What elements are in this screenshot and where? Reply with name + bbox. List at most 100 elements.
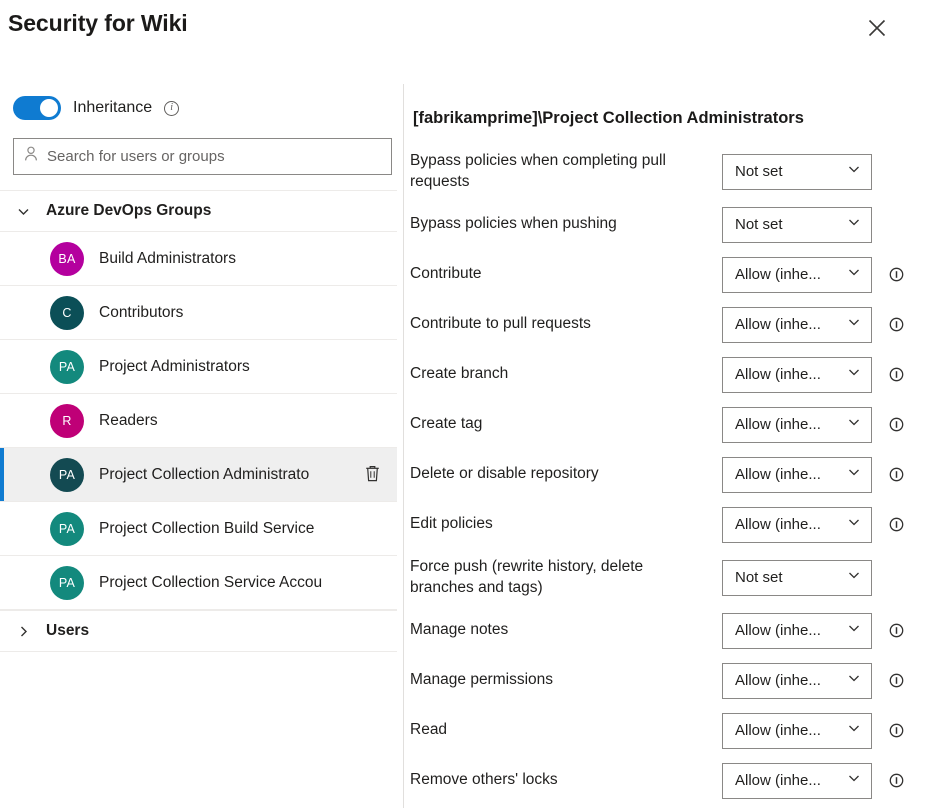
permission-dropdown[interactable]: Allow (inhe... <box>722 256 872 293</box>
chevron-down-icon <box>847 621 861 640</box>
list-item-label: Build Administrators <box>99 249 236 267</box>
permission-info-icon[interactable] <box>883 262 909 288</box>
permission-row: Create tag Allow (inhe... <box>410 400 925 450</box>
list-item-label: Project Collection Service Accou <box>99 573 323 591</box>
inheritance-row: Inheritance i <box>13 96 180 120</box>
chevron-down-icon <box>847 515 861 534</box>
permission-row: Manage permissions Allow (inhe... <box>410 656 925 706</box>
permission-label: Create tag <box>410 415 483 433</box>
permission-label: Manage notes <box>410 621 509 639</box>
permission-row: Manage notes Allow (inhe... <box>410 606 925 656</box>
permission-dropdown[interactable]: Allow (inhe... <box>722 612 872 649</box>
permissions-list: Bypass policies when completing pull req… <box>410 144 925 808</box>
chevron-down-icon <box>847 315 861 334</box>
avatar: C <box>50 295 84 330</box>
permission-dropdown[interactable]: Not set <box>722 559 872 596</box>
avatar: PA <box>50 349 84 384</box>
permission-info-icon[interactable] <box>883 768 909 794</box>
list-item-label: Contributors <box>99 303 184 321</box>
permission-row: Read Allow (inhe... <box>410 706 925 756</box>
identity-title: [fabrikamprime]\Project Collection Admin… <box>413 109 804 127</box>
permission-label: Bypass policies when pushing <box>410 215 617 233</box>
chevron-down-icon <box>847 162 861 181</box>
person-icon <box>24 146 38 167</box>
permission-value: Allow (inhe... <box>735 722 821 740</box>
list-item[interactable]: R Readers <box>0 394 397 448</box>
chevron-down-icon <box>847 771 861 790</box>
permission-value: Allow (inhe... <box>735 772 821 790</box>
permission-row: Remove others' locks Allow (inhe... <box>410 756 925 806</box>
permission-value: Not set <box>735 569 783 587</box>
permission-value: Allow (inhe... <box>735 516 821 534</box>
permission-dropdown[interactable]: Allow (inhe... <box>722 306 872 343</box>
trash-icon <box>364 464 381 486</box>
avatar: PA <box>50 511 84 546</box>
list-item[interactable]: PA Project Collection Build Service <box>0 502 397 556</box>
permission-value: Allow (inhe... <box>735 266 821 284</box>
list-item-label: Project Administrators <box>99 357 250 375</box>
permission-info-icon[interactable] <box>883 512 909 538</box>
inheritance-toggle[interactable] <box>13 96 61 120</box>
chevron-down-icon <box>847 465 861 484</box>
chevron-down-icon <box>847 671 861 690</box>
permissions-panel: [fabrikamprime]\Project Collection Admin… <box>410 84 925 808</box>
permission-dropdown[interactable]: Allow (inhe... <box>722 356 872 393</box>
permission-info-icon[interactable] <box>883 462 909 488</box>
permission-row: Force push (rewrite history, delete bran… <box>410 550 925 606</box>
permission-row: Delete or disable repository Allow (inhe.… <box>410 450 925 500</box>
permission-dropdown[interactable]: Allow (inhe... <box>722 506 872 543</box>
permission-dropdown[interactable]: Allow (inhe... <box>722 762 872 799</box>
permission-dropdown[interactable]: Allow (inhe... <box>722 662 872 699</box>
permission-row: Edit policies Allow (inhe... <box>410 500 925 550</box>
toggle-knob <box>40 99 58 117</box>
permission-info-icon[interactable] <box>883 618 909 644</box>
permission-value: Allow (inhe... <box>735 416 821 434</box>
info-icon[interactable]: i <box>164 100 180 116</box>
permission-row: Contribute to pull requests Allow (inhe..… <box>410 300 925 350</box>
permission-info-icon[interactable] <box>883 668 909 694</box>
permission-dropdown[interactable]: Not set <box>722 153 872 190</box>
list-item-selected[interactable]: PA Project Collection Administrato <box>0 448 397 502</box>
search-input[interactable] <box>47 148 381 165</box>
permission-value: Allow (inhe... <box>735 466 821 484</box>
permission-label: Remove others' locks <box>410 771 558 789</box>
permission-info-icon[interactable] <box>883 718 909 744</box>
permission-dropdown[interactable]: Not set <box>722 206 872 243</box>
close-button[interactable] <box>857 8 897 48</box>
permission-label: Create branch <box>410 365 509 383</box>
permission-dropdown[interactable]: Allow (inhe... <box>722 406 872 443</box>
permission-label: Contribute to pull requests <box>410 315 591 333</box>
list-item-label: Project Collection Administrato <box>99 465 310 483</box>
chevron-down-icon <box>847 721 861 740</box>
permission-label: Delete or disable repository <box>410 465 599 483</box>
delete-member-button[interactable] <box>359 462 385 488</box>
permission-value: Allow (inhe... <box>735 316 821 334</box>
avatar: BA <box>50 241 84 276</box>
permission-info-icon[interactable] <box>883 412 909 438</box>
chevron-down-icon <box>847 415 861 434</box>
section-label: Azure DevOps Groups <box>46 202 212 219</box>
permission-label: Force push (rewrite history, delete bran… <box>410 557 644 596</box>
permission-dropdown[interactable]: Allow (inhe... <box>722 456 872 493</box>
permission-row: Bypass policies when completing pull req… <box>410 144 925 200</box>
list-item[interactable]: BA Build Administrators <box>0 232 397 286</box>
list-item[interactable]: PA Project Administrators <box>0 340 397 394</box>
sidebar-section-azure-devops-groups[interactable]: Azure DevOps Groups <box>0 190 397 232</box>
list-item[interactable]: C Contributors <box>0 286 397 340</box>
permission-value: Not set <box>735 163 783 181</box>
search-box[interactable] <box>13 138 392 175</box>
permission-label: Edit policies <box>410 515 493 533</box>
permission-dropdown[interactable]: Allow (inhe... <box>722 712 872 749</box>
avatar: PA <box>50 565 84 600</box>
permission-info-icon[interactable] <box>883 312 909 338</box>
permission-row: Bypass policies when pushing Not set <box>410 200 925 250</box>
permission-label: Read <box>410 721 448 739</box>
permission-label: Bypass policies when completing pull req… <box>410 152 666 190</box>
permission-row: Contribute Allow (inhe... <box>410 250 925 300</box>
list-item[interactable]: PA Project Collection Service Accou <box>0 556 397 610</box>
page-title: Security for Wiki <box>8 10 188 36</box>
permission-info-icon[interactable] <box>883 362 909 388</box>
close-icon <box>868 19 886 37</box>
chevron-down-icon <box>847 215 861 234</box>
sidebar-section-users[interactable]: Users <box>0 610 397 652</box>
